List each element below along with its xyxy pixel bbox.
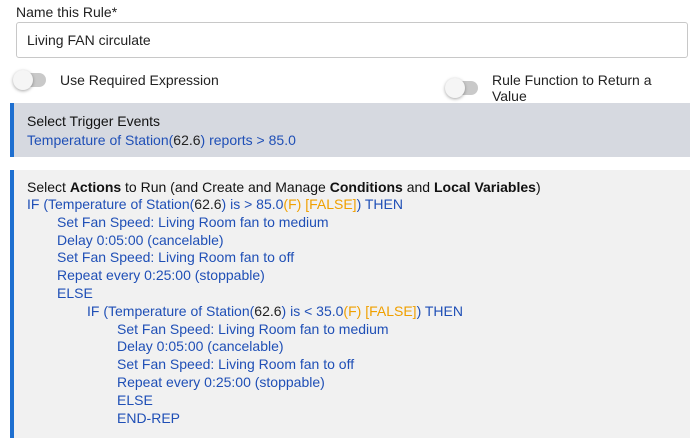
toggle-knob <box>445 78 465 98</box>
rule-name-label: Name this Rule* <box>16 4 118 20</box>
else-item[interactable]: ELSE <box>27 285 690 303</box>
trigger-event-prefix: Temperature of Station( <box>27 132 174 148</box>
trigger-event-link[interactable]: Temperature of Station(62.6) reports > 8… <box>27 132 690 150</box>
if-prefix: IF (Temperature of Station( <box>27 196 195 212</box>
action-item[interactable]: Repeat every 0:25:00 (stoppable) <box>27 374 690 392</box>
actions-title-part: to Run (and Create and Manage <box>121 179 330 195</box>
end-rep-item[interactable]: END-REP <box>27 410 690 428</box>
trigger-events-title: Select Trigger Events <box>27 113 161 129</box>
if-state: [FALSE] <box>301 196 357 212</box>
toggle-knob <box>13 70 33 90</box>
required-expression-toggle[interactable] <box>13 70 46 90</box>
if-condition-2[interactable]: IF (Temperature of Station(62.6) is < 35… <box>27 303 690 321</box>
actions-title-bold: Conditions <box>329 179 403 195</box>
if-state: [FALSE] <box>361 302 417 319</box>
rule-function-toggle[interactable] <box>445 78 478 98</box>
rule-function-label: Rule Function to Return a Value <box>491 72 652 104</box>
if-unit: (F) <box>343 302 362 319</box>
if-suffix: ) THEN <box>356 196 403 212</box>
if-mid: ) is < 35.0 <box>281 302 344 319</box>
if-mid: ) is > 85.0 <box>221 196 284 212</box>
trigger-event-value: 62.6 <box>173 132 201 148</box>
actions-title: Select Actions to Run (and Create and Ma… <box>27 178 690 196</box>
if-value: 62.6 <box>194 196 222 212</box>
else-item[interactable]: ELSE <box>27 392 690 410</box>
required-expression-label: Use Required Expression <box>60 72 219 88</box>
actions-panel: Select Actions to Run (and Create and Ma… <box>10 170 690 438</box>
rule-function-row: Rule Function to Return a Value <box>445 72 690 104</box>
action-item[interactable]: Repeat every 0:25:00 (stoppable) <box>27 267 690 285</box>
action-item[interactable]: Delay 0:05:00 (cancelable) <box>27 338 690 356</box>
required-expression-row: Use Required Expression <box>13 70 219 90</box>
if-prefix: IF (Temperature of Station( <box>87 302 255 319</box>
rule-name-input[interactable] <box>16 22 688 58</box>
if-unit: (F) <box>283 196 302 212</box>
actions-title-part: and <box>402 179 434 195</box>
actions-title-bold: Local Variables <box>433 179 536 195</box>
if-suffix: ) THEN <box>416 302 463 319</box>
trigger-event-suffix: ) reports > 85.0 <box>200 132 296 148</box>
action-item[interactable]: Set Fan Speed: Living Room fan to off <box>27 356 690 374</box>
action-item[interactable]: Delay 0:05:00 (cancelable) <box>27 232 690 250</box>
trigger-events-panel: Select Trigger Events Temperature of Sta… <box>10 103 690 157</box>
actions-title-part: Select <box>27 179 70 195</box>
actions-title-bold: Actions <box>69 179 122 195</box>
action-item[interactable]: Set Fan Speed: Living Room fan to medium <box>27 321 690 339</box>
action-item[interactable]: Set Fan Speed: Living Room fan to off <box>27 249 690 267</box>
actions-title-part: ) <box>535 179 541 195</box>
if-condition-1[interactable]: IF (Temperature of Station(62.6) is > 85… <box>27 196 690 214</box>
if-value: 62.6 <box>254 302 282 319</box>
action-item[interactable]: Set Fan Speed: Living Room fan to medium <box>27 214 690 232</box>
